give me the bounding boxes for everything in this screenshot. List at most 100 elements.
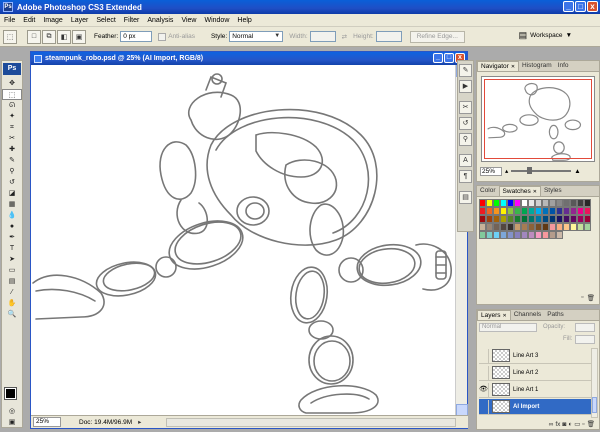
tab-paths[interactable]: Paths [544,310,567,320]
close-icon[interactable]: ✕ [503,313,507,319]
color-swatch[interactable] [507,207,514,215]
delete-swatch-icon[interactable]: 🗑 [587,294,595,302]
tab-color[interactable]: Color [477,186,499,196]
color-swatch[interactable] [563,207,570,215]
photoshop-logo[interactable]: Ps [3,63,21,75]
document-canvas[interactable] [31,65,456,416]
tab-layers[interactable]: Layers ✕ [477,310,511,320]
color-swatch[interactable] [493,215,500,223]
color-swatch[interactable] [549,207,556,215]
add-selection-icon[interactable]: ⧉ [42,29,56,44]
color-swatch[interactable] [563,215,570,223]
menu-select[interactable]: Select [92,17,119,24]
new-layer-icon[interactable]: ▫ [582,421,584,428]
adjustment-layer-icon[interactable]: ◐ [568,421,572,428]
color-swatch[interactable] [556,199,563,207]
tab-styles[interactable]: Styles [541,186,565,196]
menu-analysis[interactable]: Analysis [143,17,177,24]
menu-image[interactable]: Image [39,17,66,24]
color-swatch[interactable] [479,215,486,223]
layer-style-icon[interactable]: fx [555,421,560,428]
color-swatch[interactable] [507,223,514,231]
color-swatch[interactable] [570,199,577,207]
slice-tool-icon[interactable]: ✂ [2,133,22,144]
color-swatch[interactable] [577,223,584,231]
visibility-eye-icon[interactable]: 👁 [479,382,489,397]
color-swatch[interactable] [549,231,556,239]
menu-help[interactable]: Help [233,17,255,24]
navigator-thumbnail[interactable] [481,76,595,162]
color-swatch[interactable] [556,207,563,215]
menu-view[interactable]: View [177,17,200,24]
zoom-out-icon[interactable]: ▴ [505,167,508,175]
color-swatch[interactable] [549,199,556,207]
color-swatch[interactable] [486,231,493,239]
subtract-selection-icon[interactable]: ◧ [57,29,71,44]
blur-tool-icon[interactable]: 💧 [2,210,22,221]
healing-brush-tool-icon[interactable]: ✚ [2,144,22,155]
maximize-button[interactable]: □ [575,1,586,12]
eraser-tool-icon[interactable]: ◪ [2,188,22,199]
color-swatch[interactable] [479,231,486,239]
color-swatch[interactable] [514,199,521,207]
color-swatch[interactable] [535,215,542,223]
brush-tool-icon[interactable]: ✎ [2,155,22,166]
color-swatch[interactable] [549,215,556,223]
layers-scroll-thumb[interactable] [592,397,597,413]
color-swatch[interactable] [500,231,507,239]
color-swatch[interactable] [493,231,500,239]
color-swatch[interactable] [563,223,570,231]
history-panel-icon[interactable]: ↺ [459,117,472,130]
menu-filter[interactable]: Filter [120,17,144,24]
layer-row[interactable]: AI Import [479,399,592,415]
color-swatch[interactable] [584,207,591,215]
color-swatch[interactable] [584,199,591,207]
color-swatch[interactable] [528,231,535,239]
color-swatch[interactable] [556,215,563,223]
history-brush-tool-icon[interactable]: ↺ [2,177,22,188]
document-title-bar[interactable]: steampunk_robo.psd @ 25% (AI Import, RGB… [31,52,467,65]
character-panel-icon[interactable]: A [459,154,472,167]
color-swatch[interactable] [535,207,542,215]
color-swatch[interactable] [556,223,563,231]
navigator-zoom-field[interactable]: 25% [480,166,502,176]
app-title-bar[interactable]: Ps Adobe Photoshop CS3 Extended _ □ x [0,0,600,14]
path-selection-tool-icon[interactable]: ➤ [2,254,22,265]
layers-scrollbar[interactable] [591,348,598,418]
type-tool-icon[interactable]: T [2,243,22,254]
menu-window[interactable]: Window [200,17,233,24]
color-swatch[interactable] [570,207,577,215]
color-swatch[interactable] [556,231,563,239]
fill-input[interactable] [575,335,595,344]
color-swatch[interactable] [486,215,493,223]
tool-presets-icon[interactable]: ▶ [459,80,472,93]
color-swatch[interactable] [542,199,549,207]
zoom-slider-knob[interactable] [527,167,533,174]
clone-source-icon[interactable]: ▤ [459,191,472,204]
color-swatch[interactable] [535,231,542,239]
screen-mode-icon[interactable]: ▣ [2,417,22,428]
navigator-zoom-slider[interactable] [511,167,572,174]
color-swatch[interactable] [528,223,535,231]
color-swatch[interactable] [507,215,514,223]
hand-tool-icon[interactable]: ✋ [2,298,22,309]
move-tool-icon[interactable]: ✥ [2,78,22,89]
color-swatch[interactable] [584,215,591,223]
opacity-input[interactable] [575,323,595,332]
height-input[interactable] [375,31,402,42]
color-swatch[interactable] [507,231,514,239]
layer-row[interactable]: Line Art 2 [479,365,592,381]
close-icon[interactable]: ✕ [511,64,515,70]
layer-mask-icon[interactable]: ◙ [562,421,566,428]
color-swatch[interactable] [542,231,549,239]
menu-layer[interactable]: Layer [67,17,93,24]
color-swatch[interactable] [486,207,493,215]
color-swatch[interactable] [535,223,542,231]
color-swatch[interactable] [563,199,570,207]
marquee-preset-icon[interactable]: ⬚ [3,29,17,44]
layer-row[interactable]: 👁 Line Art 1 [479,382,592,398]
blend-mode-select[interactable]: Normal [479,323,537,332]
color-swatch[interactable] [521,223,528,231]
zoom-level-field[interactable]: 25% [33,417,61,427]
style-select[interactable]: Normal ▼ [229,31,284,42]
